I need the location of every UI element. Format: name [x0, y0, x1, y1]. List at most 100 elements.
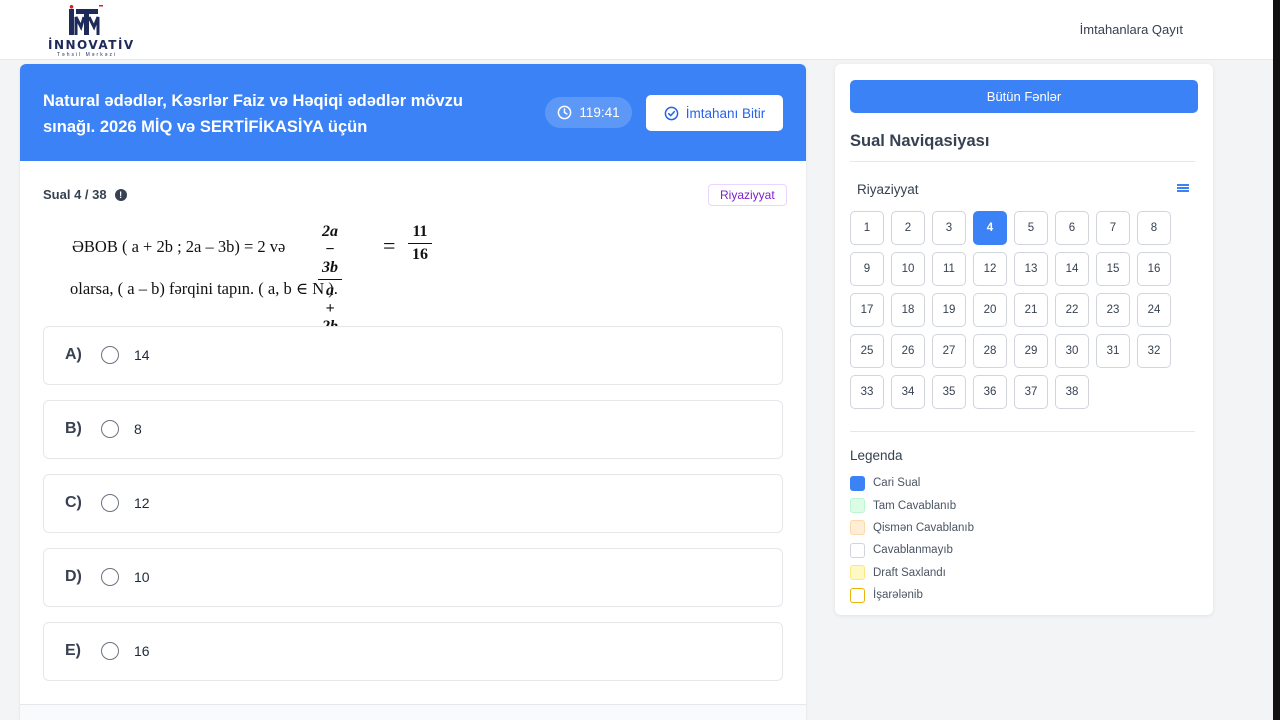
timer-value: 119:41 — [579, 105, 620, 120]
question-nav-button-2[interactable]: 2 — [891, 211, 925, 245]
question-nav-button-15[interactable]: 15 — [1096, 252, 1130, 286]
legend-swatch — [850, 542, 865, 558]
fraction-left-numerator: 2a − 3b — [318, 221, 342, 280]
question-nav-button-8[interactable]: 8 — [1137, 211, 1171, 245]
option-radio[interactable] — [101, 494, 119, 512]
question-counter: Sual 4 / 38 ! — [43, 187, 127, 202]
question-nav-button-21[interactable]: 21 — [1014, 293, 1048, 327]
option-letter: D) — [65, 568, 82, 585]
question-nav-button-23[interactable]: 23 — [1096, 293, 1130, 327]
top-navbar: İNNOVATİV Təhsil Mərkəzi İmtahanlara Qay… — [0, 0, 1280, 60]
question-nav-button-37[interactable]: 37 — [1014, 375, 1048, 409]
question-nav-button-31[interactable]: 31 — [1096, 334, 1130, 368]
question-nav-button-7[interactable]: 7 — [1096, 211, 1130, 245]
option-letter: B) — [65, 420, 82, 437]
answer-option-b[interactable]: B) 8 — [43, 400, 783, 459]
question-nav-button-18[interactable]: 18 — [891, 293, 925, 327]
question-nav-button-5[interactable]: 5 — [1014, 211, 1048, 245]
answer-option-c[interactable]: C) 12 — [43, 474, 783, 533]
legend-label: Qismən Cavablanıb — [873, 521, 974, 534]
subject-badge: Riyaziyyat — [708, 184, 787, 206]
legend-list: Cari Sual Tam Cavablanıb Qismən Cavablanıb… — [850, 472, 974, 606]
legend-item: Tam Cavablanıb — [850, 494, 974, 516]
option-value: 12 — [134, 495, 150, 511]
window-edge — [1273, 0, 1280, 720]
answer-option-d[interactable]: D) 10 — [43, 548, 783, 607]
option-value: 14 — [134, 347, 150, 363]
option-radio[interactable] — [101, 346, 119, 364]
answer-option-a[interactable]: A) 14 — [43, 326, 783, 385]
question-nav-button-27[interactable]: 27 — [932, 334, 966, 368]
clock-icon — [558, 105, 572, 120]
question-nav-button-34[interactable]: 34 — [891, 375, 925, 409]
question-nav-button-10[interactable]: 10 — [891, 252, 925, 286]
option-radio[interactable] — [101, 642, 119, 660]
fraction-right: 11 16 — [408, 221, 432, 266]
question-nav-button-28[interactable]: 28 — [973, 334, 1007, 368]
navigation-title: Sual Naviqasiyası — [850, 132, 990, 150]
question-nav-button-29[interactable]: 29 — [1014, 334, 1048, 368]
legend-label: İşarələnib — [873, 589, 923, 602]
question-nav-button-19[interactable]: 19 — [932, 293, 966, 327]
legend-label: Cavablanmayıb — [873, 544, 953, 557]
question-nav-button-4[interactable]: 4 — [973, 211, 1007, 245]
equals-sign: = — [383, 233, 396, 258]
question-nav-button-14[interactable]: 14 — [1055, 252, 1089, 286]
question-counter-text: Sual 4 / 38 — [43, 187, 107, 202]
question-line-2: olarsa, ( a – b) fərqini tapın. ( a, b ∈… — [70, 279, 338, 298]
question-nav-button-30[interactable]: 30 — [1055, 334, 1089, 368]
question-nav-button-22[interactable]: 22 — [1055, 293, 1089, 327]
check-circle-icon — [664, 106, 679, 120]
legend-item: Cari Sual — [850, 472, 974, 494]
info-icon[interactable]: ! — [114, 188, 127, 201]
list-icon[interactable] — [1177, 184, 1189, 194]
legend-swatch — [850, 565, 865, 581]
question-nav-button-16[interactable]: 16 — [1137, 252, 1171, 286]
question-nav-button-38[interactable]: 38 — [1055, 375, 1089, 409]
question-nav-button-13[interactable]: 13 — [1014, 252, 1048, 286]
legend-item: İşarələnib — [850, 584, 974, 606]
legend-item: Draft Saxlandı — [850, 562, 974, 584]
option-value: 8 — [134, 421, 142, 437]
back-to-exams-link[interactable]: İmtahanlara Qayıt — [1080, 22, 1183, 37]
option-value: 10 — [134, 569, 150, 585]
option-value: 16 — [134, 643, 150, 659]
fraction-right-numerator: 11 — [408, 221, 432, 244]
legend-swatch — [850, 498, 865, 514]
question-nav-button-17[interactable]: 17 — [850, 293, 884, 327]
question-nav-button-9[interactable]: 9 — [850, 252, 884, 286]
question-nav-button-33[interactable]: 33 — [850, 375, 884, 409]
question-nav-button-12[interactable]: 12 — [973, 252, 1007, 286]
question-nav-button-3[interactable]: 3 — [932, 211, 966, 245]
legend-swatch — [850, 475, 865, 491]
legend-item: Qismən Cavablanıb — [850, 517, 974, 539]
brand-name: İNNOVATİV — [48, 38, 135, 52]
all-subjects-button[interactable]: Bütün Fənlər — [850, 80, 1198, 113]
brand-subtitle: Təhsil Mərkəzi — [56, 52, 118, 58]
option-radio[interactable] — [101, 420, 119, 438]
option-letter: C) — [65, 494, 82, 511]
question-nav-button-11[interactable]: 11 — [932, 252, 966, 286]
option-radio[interactable] — [101, 568, 119, 586]
exam-timer: 119:41 — [545, 97, 632, 128]
question-nav-button-35[interactable]: 35 — [932, 375, 966, 409]
divider — [850, 161, 1195, 162]
legend-title: Legenda — [850, 448, 903, 463]
option-letter: A) — [65, 346, 82, 363]
question-nav-button-25[interactable]: 25 — [850, 334, 884, 368]
question-footer — [20, 704, 806, 720]
logo-mark-icon — [69, 5, 103, 35]
question-card: Natural ədədlər, Kəsrlər Faiz və Həqiqi … — [20, 64, 806, 720]
brand-logo[interactable]: İNNOVATİV Təhsil Mərkəzi — [48, 5, 135, 58]
divider — [850, 431, 1195, 432]
question-nav-button-36[interactable]: 36 — [973, 375, 1007, 409]
question-nav-button-26[interactable]: 26 — [891, 334, 925, 368]
question-nav-button-24[interactable]: 24 — [1137, 293, 1171, 327]
finish-exam-button[interactable]: İmtahanı Bitir — [646, 95, 783, 131]
answer-option-e[interactable]: E) 16 — [43, 622, 783, 681]
question-nav-button-6[interactable]: 6 — [1055, 211, 1089, 245]
legend-label: Draft Saxlandı — [873, 566, 946, 579]
question-nav-button-1[interactable]: 1 — [850, 211, 884, 245]
question-nav-button-20[interactable]: 20 — [973, 293, 1007, 327]
question-nav-button-32[interactable]: 32 — [1137, 334, 1171, 368]
